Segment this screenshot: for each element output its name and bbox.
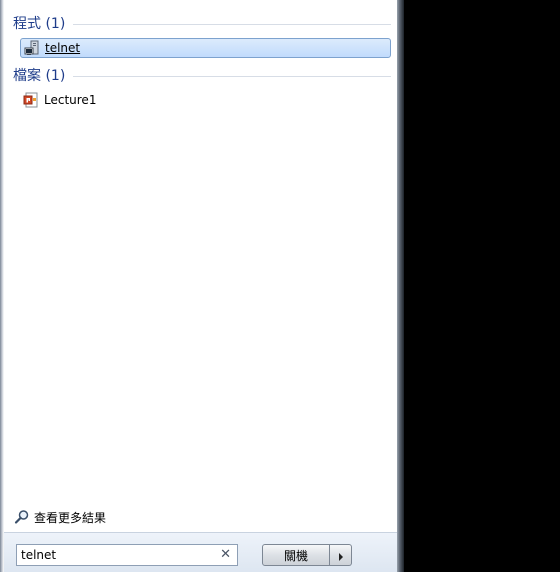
group-title-programs[interactable]: 程式 (1) <box>13 13 73 33</box>
shutdown-controls: 關機 <box>262 544 352 566</box>
group-title-files[interactable]: 檔案 (1) <box>13 65 73 85</box>
start-menu-edge <box>397 0 404 572</box>
search-icon <box>14 509 30 525</box>
result-item-label: Lecture1 <box>44 93 97 107</box>
see-more-results-link[interactable]: 查看更多結果 <box>14 508 106 526</box>
group-divider <box>73 23 391 25</box>
group-divider <box>73 75 391 77</box>
search-results-panel: 程式 (1) telnet 檔案 (1) Lecture1 查看更多結果 <box>4 0 397 532</box>
telnet-program-icon <box>24 40 40 56</box>
arrow-right-icon <box>337 546 345 565</box>
see-more-results-label: 查看更多結果 <box>34 510 107 525</box>
result-item-label: telnet <box>45 41 81 55</box>
group-header-files: 檔案 (1) <box>13 66 391 84</box>
group-header-programs: 程式 (1) <box>13 14 391 32</box>
start-menu-bottom-bar: ✕ 關機 <box>4 532 397 572</box>
start-menu: 程式 (1) telnet 檔案 (1) Lecture1 查看更多結果 tel… <box>0 0 404 572</box>
search-input[interactable] <box>17 546 215 564</box>
shutdown-options-button[interactable] <box>330 544 352 566</box>
result-item-telnet[interactable]: telnet <box>20 38 391 58</box>
shutdown-button[interactable]: 關機 <box>262 544 330 566</box>
powerpoint-file-icon <box>23 92 39 108</box>
result-item-lecture1[interactable]: Lecture1 <box>20 90 96 110</box>
search-box[interactable]: ✕ <box>16 544 238 566</box>
close-icon[interactable]: ✕ <box>220 547 231 563</box>
